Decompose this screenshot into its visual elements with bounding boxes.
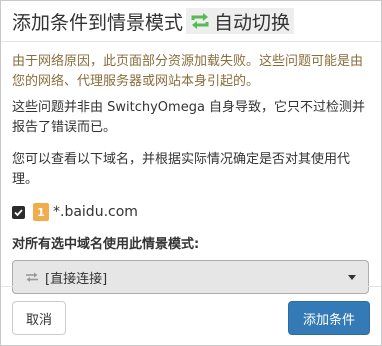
cancel-button[interactable]: 取消 — [12, 301, 66, 335]
domain-item[interactable]: 1 *.baidu.com — [12, 202, 370, 222]
error-count-badge: 1 — [33, 203, 49, 221]
check-icon — [14, 208, 23, 216]
profile-tag: 自动切换 — [186, 8, 295, 34]
sync-arrows-icon — [191, 13, 209, 29]
dialog-footer: 取消 添加条件 — [1, 286, 381, 345]
profile-select-label: 对所有选中域名使用此情景模式: — [12, 237, 200, 252]
direct-connect-icon — [25, 271, 39, 283]
add-condition-button[interactable]: 添加条件 — [288, 301, 370, 335]
dialog-title: 添加条件到情景模式 — [12, 11, 184, 34]
dialog-header: 添加条件到情景模式 自动切换 — [1, 1, 381, 42]
profile-select-value: [直接连接] — [45, 271, 108, 287]
note-message: 这些问题并非由 SwitchyOmega 自身导致，它只不过检测并报告了错误而已… — [12, 100, 366, 135]
dialog-body: 由于网络原因，此页面部分资源加载失败。这些问题可能是由您的网络、代理服务器或网站… — [1, 42, 381, 294]
domain-checkbox[interactable] — [12, 205, 25, 219]
domain-name: *.baidu.com — [53, 204, 138, 220]
add-condition-dialog: 添加条件到情景模式 自动切换 由于网络原因，此页面部分资源加载失败。这些问题可能… — [0, 0, 382, 346]
profile-name: 自动切换 — [214, 11, 291, 34]
chevron-down-icon — [348, 274, 356, 280]
instruction-message: 您可以查看以下域名，并根据实际情况确定是否对其使用代理。 — [12, 152, 351, 187]
warning-message: 由于网络原因，此页面部分资源加载失败。这些问题可能是由您的网络、代理服务器或网站… — [12, 54, 364, 89]
